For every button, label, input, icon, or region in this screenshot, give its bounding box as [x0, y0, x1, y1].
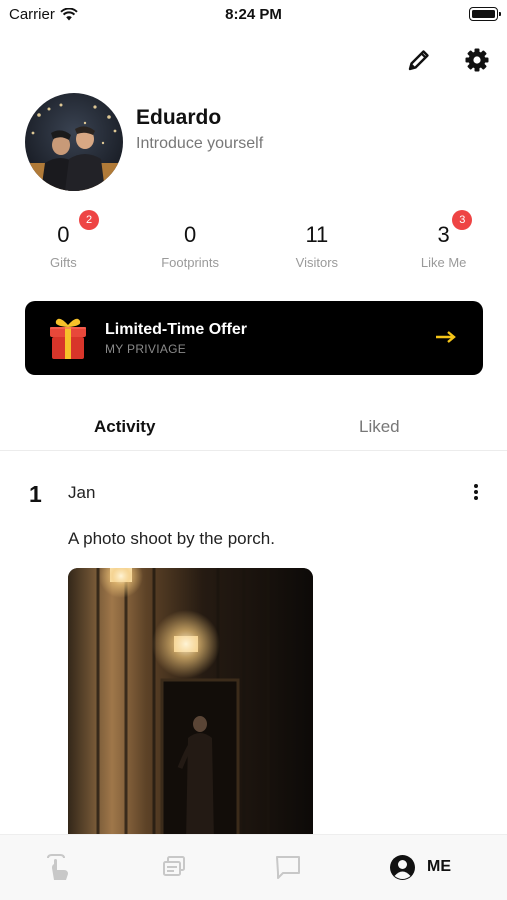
avatar[interactable]: [25, 93, 123, 191]
arrow-right-icon: [436, 331, 456, 343]
avatar-photo: [25, 93, 123, 191]
status-time: 8:24 PM: [225, 6, 282, 23]
stats-row: 0 Gifts 2 0 Footprints 11 Visitors 3 Lik…: [0, 210, 507, 270]
profile-icon: [390, 854, 415, 880]
stat-value: 3: [437, 222, 450, 247]
offer-subtitle: MY PRIVIAGE: [105, 342, 187, 356]
chat-bubble-icon: [276, 856, 300, 879]
gift-box-icon: [50, 318, 86, 359]
nav-cards[interactable]: [160, 852, 188, 882]
top-actions: [403, 44, 493, 76]
nav-messages[interactable]: [274, 852, 302, 882]
stat-gifts[interactable]: 0 Gifts 2: [0, 210, 127, 270]
cards-stack-icon: [163, 856, 185, 876]
stat-label: Footprints: [161, 255, 220, 270]
stat-value: 11: [305, 222, 329, 247]
notification-badge: 2: [79, 210, 99, 230]
stat-label: Like Me: [420, 255, 467, 270]
post-date-day: 1: [29, 481, 42, 507]
nav-me-label: ME: [427, 858, 451, 875]
status-bar: Carrier 8:24 PM: [0, 0, 507, 28]
settings-button[interactable]: [461, 44, 493, 76]
post-image: [68, 568, 313, 843]
tab-liked[interactable]: Liked: [253, 405, 507, 450]
more-vertical-icon: [474, 484, 478, 500]
post-photo[interactable]: [68, 568, 313, 843]
pencil-icon: [408, 50, 429, 71]
content-tabs: Activity Liked: [0, 405, 507, 451]
stat-like-me[interactable]: 3 Like Me 3: [380, 210, 507, 270]
tab-activity[interactable]: Activity: [0, 405, 253, 450]
stat-label: Gifts: [50, 255, 77, 270]
tap-hand-icon: [47, 854, 68, 880]
battery-icon: [469, 7, 501, 21]
post-more-button[interactable]: [463, 480, 489, 504]
stat-value: 0: [57, 222, 70, 247]
nav-me[interactable]: ME: [389, 852, 451, 882]
bottom-nav: ME: [0, 834, 507, 900]
post-date-month: Jan: [68, 483, 96, 502]
profile-intro[interactable]: Introduce yourself: [136, 135, 263, 153]
stat-visitors[interactable]: 11 Visitors: [254, 222, 381, 270]
nav-tap[interactable]: [44, 852, 72, 882]
limited-offer-banner[interactable]: Limited-Time Offer MY PRIVIAGE: [25, 301, 483, 375]
stat-value: 0: [184, 222, 197, 247]
stat-label: Visitors: [295, 255, 339, 270]
stat-footprints[interactable]: 0 Footprints: [127, 222, 254, 270]
edit-button[interactable]: [403, 44, 435, 76]
profile-name: Eduardo: [136, 106, 222, 129]
offer-title: Limited-Time Offer: [105, 321, 247, 338]
post-text: A photo shoot by the porch.: [68, 529, 275, 548]
gear-icon: [465, 48, 489, 72]
